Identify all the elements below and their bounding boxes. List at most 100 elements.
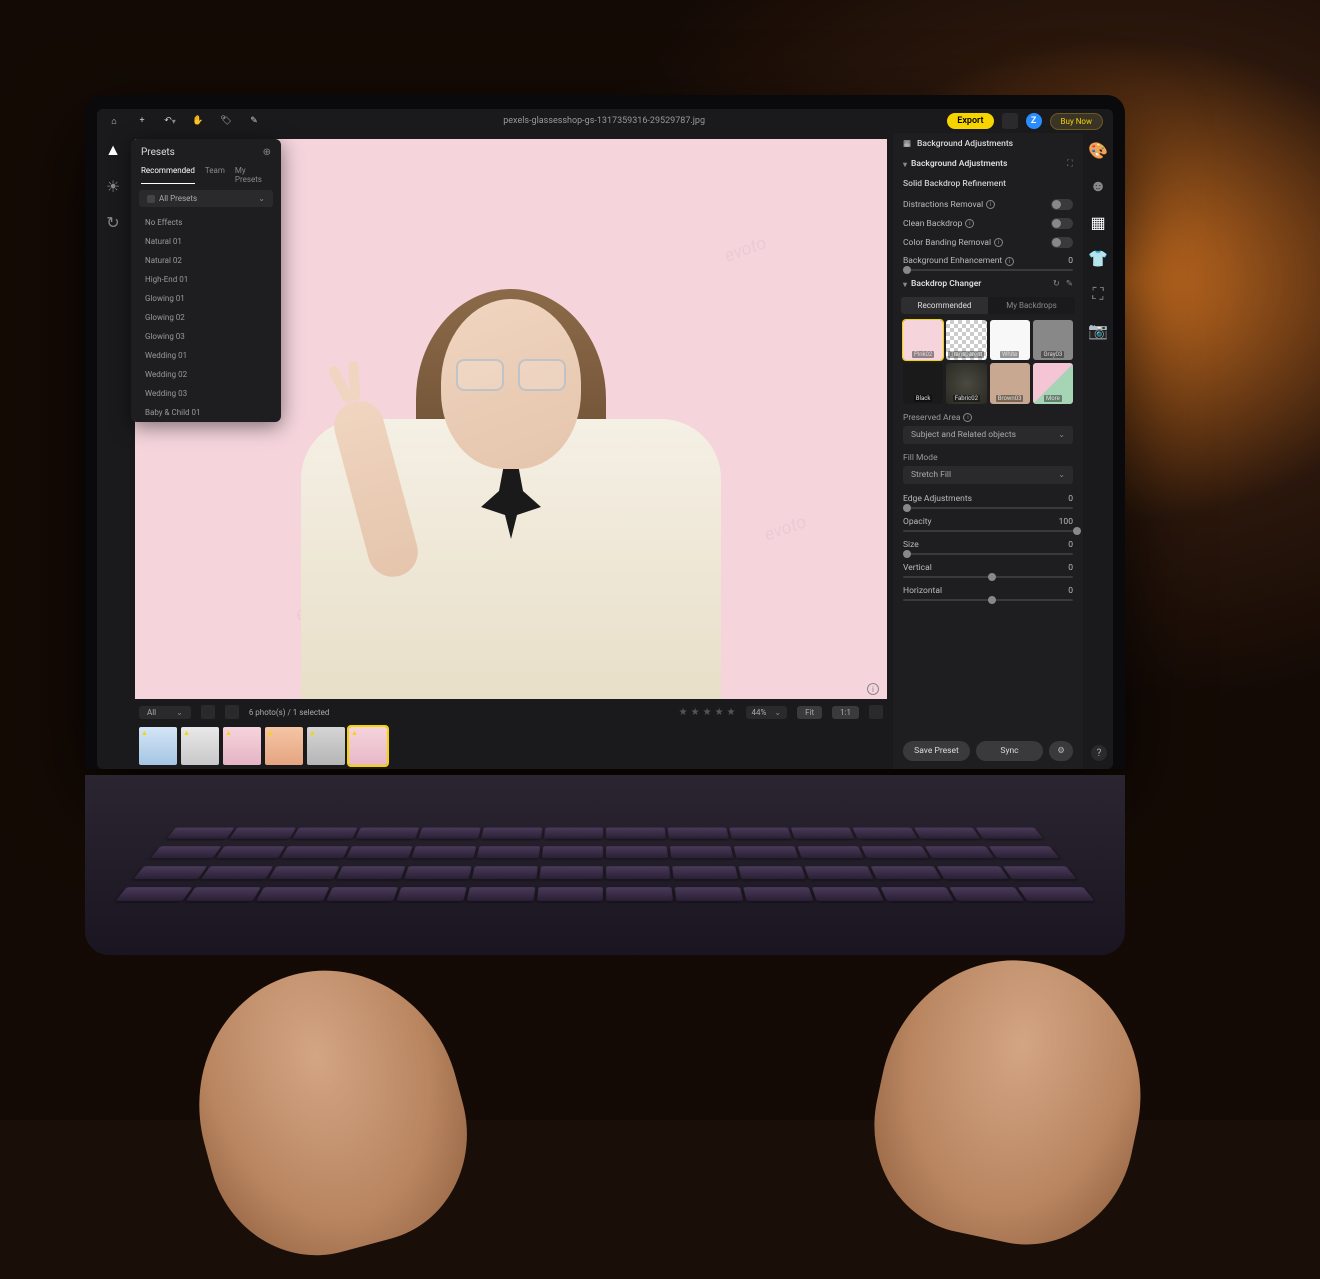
ratio-button[interactable]: 1:1 [832, 706, 859, 719]
edit-icon[interactable]: ✎ [1066, 279, 1073, 289]
thumbnail[interactable]: ▲ [139, 727, 177, 765]
star-4[interactable]: ★ [715, 707, 724, 718]
slider-edge-adjustments[interactable] [903, 507, 1073, 509]
backdrop-swatch-fabric02[interactable]: Fabric02 [946, 363, 986, 403]
presets-panel: Presets ⊕ Recommended Team My Presets Al… [131, 139, 281, 422]
hand-tool-icon[interactable]: ✋ [191, 114, 205, 128]
preset-item[interactable]: High-End 01 [131, 270, 281, 289]
filter-select[interactable]: All⌄ [139, 706, 191, 719]
chevron-down-icon: ⌄ [258, 194, 265, 203]
panel-icon: ▦ [903, 139, 911, 149]
backdrop-changer-section[interactable]: ▾Backdrop Changer ↻ ✎ [893, 275, 1083, 293]
backdrop-swatch-black[interactable]: Black [903, 363, 943, 403]
preset-item[interactable]: Wedding 03 [131, 384, 281, 403]
preset-item[interactable]: Glowing 01 [131, 289, 281, 308]
thumbnail[interactable]: ▲ [223, 727, 261, 765]
sync-button[interactable]: Sync [976, 741, 1043, 761]
star-1[interactable]: ★ [679, 707, 688, 718]
backdrop-swatch-more[interactable]: More [1033, 363, 1073, 403]
adjustments-rail-icon[interactable]: ☀ [104, 177, 122, 195]
thumbnail[interactable]: ▲ [307, 727, 345, 765]
add-preset-icon[interactable]: ⊕ [263, 147, 271, 158]
bg-adjustments-section[interactable]: ▾Background Adjustments ⛶ [893, 155, 1083, 173]
camera-icon[interactable]: 📷 [1089, 321, 1107, 339]
slider-vertical[interactable] [903, 576, 1073, 578]
export-button[interactable]: Export [947, 113, 993, 129]
tab-my-presets[interactable]: My Presets [235, 166, 271, 184]
preset-category-select[interactable]: All Presets ⌄ [139, 190, 273, 207]
toggle-distractions-removal[interactable] [1051, 199, 1073, 210]
palette-icon[interactable]: 🎨 [1089, 141, 1107, 159]
preset-item[interactable]: Wedding 01 [131, 346, 281, 365]
backdrop-swatch-white[interactable]: White [990, 320, 1030, 360]
tab-bc-my-backdrops[interactable]: My Backdrops [988, 297, 1075, 314]
bg-enhance-value: 0 [1068, 256, 1073, 266]
backdrop-swatch-gray03[interactable]: Gray03 [1033, 320, 1073, 360]
sync-settings-icon[interactable]: ⚙ [1049, 741, 1073, 761]
backdrop-swatch-brown03[interactable]: Brown03 [990, 363, 1030, 403]
slider-size[interactable] [903, 553, 1073, 555]
star-5[interactable]: ★ [727, 707, 736, 718]
zoom-select[interactable]: 44%⌄ [746, 706, 788, 719]
slider-horizontal[interactable] [903, 599, 1073, 601]
right-tool-rail: 🎨 ☻ ▦ 👕 ⛶ 📷 [1083, 133, 1113, 769]
tab-recommended[interactable]: Recommended [141, 166, 195, 184]
expand-icon[interactable]: ⛶ [1067, 159, 1073, 169]
buy-now-button[interactable]: Buy Now [1050, 113, 1103, 130]
tab-team[interactable]: Team [205, 166, 225, 184]
crop-icon[interactable]: ⛶ [1089, 285, 1107, 303]
preset-item[interactable]: Glowing 03 [131, 327, 281, 346]
sort-button[interactable] [201, 705, 215, 719]
photo-count: 6 photo(s) / 1 selected [249, 708, 330, 717]
info-icon[interactable]: i [1005, 257, 1014, 266]
thumbnail[interactable]: ▲ [349, 727, 387, 765]
undo-icon[interactable]: ↶▾ [163, 114, 177, 128]
presets-rail-icon[interactable]: ▲ [104, 141, 122, 159]
info-icon[interactable]: i [867, 683, 879, 695]
compare-button[interactable] [869, 705, 883, 719]
backdrop-swatch-transparent[interactable]: Transparent [946, 320, 986, 360]
star-3[interactable]: ★ [703, 707, 712, 718]
toggle-color-banding-removal[interactable] [1051, 237, 1073, 248]
help-button[interactable]: ? [1091, 745, 1107, 761]
export-settings-icon[interactable] [1002, 113, 1018, 129]
history-rail-icon[interactable]: ↻ [104, 213, 122, 231]
toggle-clean-backdrop[interactable] [1051, 218, 1073, 229]
tag-icon[interactable]: 🏷 [219, 114, 233, 128]
user-avatar[interactable]: Z [1026, 113, 1042, 129]
preset-item[interactable]: Natural 02 [131, 251, 281, 270]
info-icon[interactable]: i [994, 238, 1003, 247]
fillmode-select[interactable]: Stretch Fill⌄ [903, 466, 1073, 484]
tab-bc-recommended[interactable]: Recommended [901, 297, 988, 314]
face-icon[interactable]: ☻ [1089, 177, 1107, 195]
star-2[interactable]: ★ [691, 707, 700, 718]
preset-item[interactable]: Wedding 02 [131, 365, 281, 384]
add-icon[interactable]: + [135, 114, 149, 128]
info-icon[interactable]: i [986, 200, 995, 209]
panel-header: ▦ Background Adjustments [893, 133, 1083, 155]
preset-item[interactable]: Baby & Child 01 [131, 403, 281, 422]
info-icon[interactable]: i [963, 413, 972, 422]
preserved-area-select[interactable]: Subject and Related objects⌄ [903, 426, 1073, 444]
topbar: ⌂ + ↶▾ ✋ 🏷 ✎ pexels-glassesshop-gs-13173… [97, 109, 1113, 133]
view-button[interactable] [225, 705, 239, 719]
home-icon[interactable]: ⌂ [107, 114, 121, 128]
thumbnail[interactable]: ▲ [265, 727, 303, 765]
info-icon[interactable]: i [965, 219, 974, 228]
slider-opacity[interactable] [903, 530, 1073, 532]
clothing-icon[interactable]: 👕 [1089, 249, 1107, 267]
preset-item[interactable]: Natural 01 [131, 232, 281, 251]
background-icon[interactable]: ▦ [1089, 213, 1107, 231]
bg-enhance-slider[interactable] [903, 269, 1073, 271]
fit-button[interactable]: Fit [797, 706, 822, 719]
preset-item[interactable]: Glowing 02 [131, 308, 281, 327]
preset-item[interactable]: No Effects [131, 213, 281, 232]
solid-backdrop-title: Solid Backdrop Refinement [893, 173, 1083, 195]
reset-icon[interactable]: ↻ [1053, 279, 1060, 289]
pencil-icon[interactable]: ✎ [247, 114, 261, 128]
preset-tabs: Recommended Team My Presets [131, 166, 281, 190]
thumbnail[interactable]: ▲ [181, 727, 219, 765]
right-panel: ▦ Background Adjustments ▾Background Adj… [893, 133, 1083, 769]
backdrop-swatch-pink02[interactable]: Pink02 [903, 320, 943, 360]
save-preset-button[interactable]: Save Preset [903, 741, 970, 761]
